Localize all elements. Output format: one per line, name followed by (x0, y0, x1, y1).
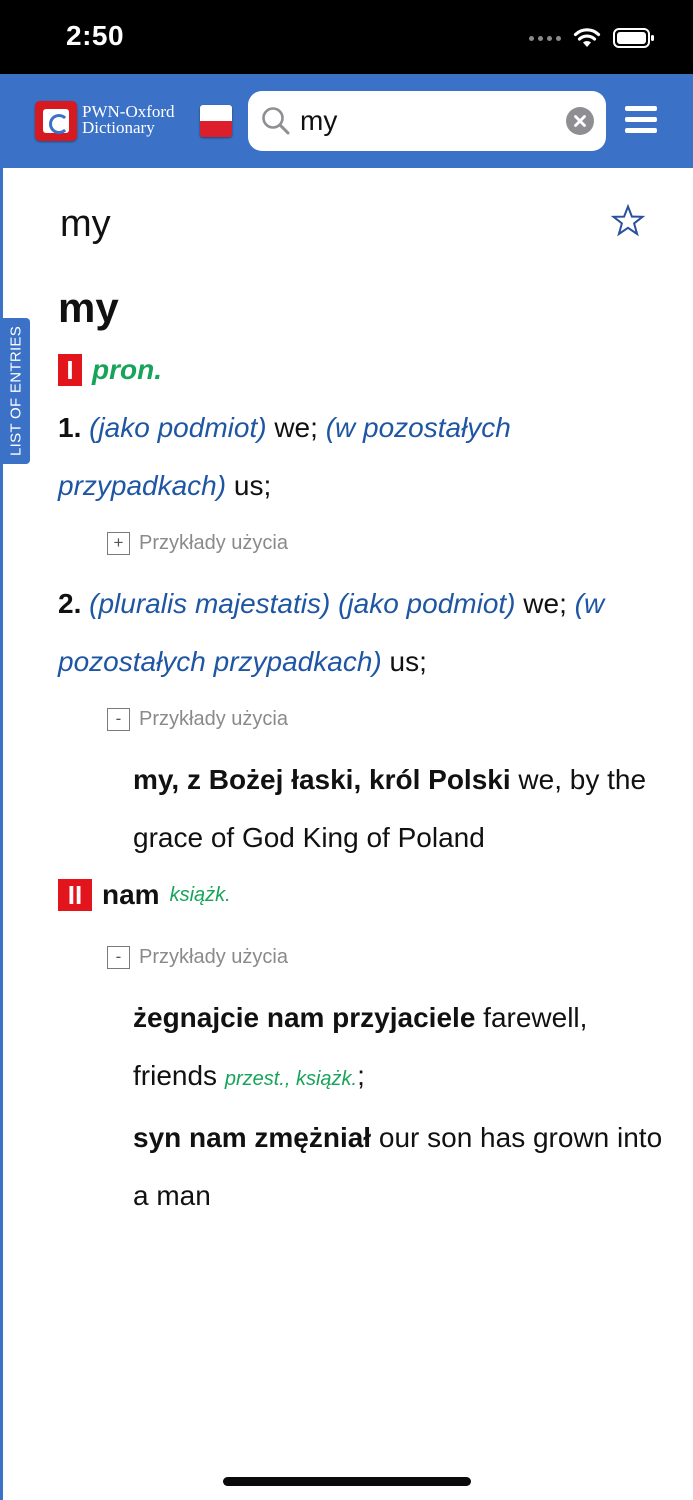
sense-2: 2. (pluralis majestatis) (jako podmiot) … (58, 575, 658, 691)
expand-icon[interactable]: + (107, 532, 130, 555)
battery-icon (613, 28, 654, 48)
home-indicator[interactable] (223, 1477, 471, 1486)
roman-numeral-badge: II (58, 879, 92, 911)
examples-label[interactable]: Przykłady użycia (139, 532, 288, 555)
example-source: żegnajcie nam przyjaciele (133, 1002, 476, 1033)
headword: my (58, 284, 119, 331)
app-header: PWN-Oxford Dictionary my (0, 74, 693, 168)
list-of-entries-tab[interactable]: LIST OF ENTRIES (2, 318, 30, 464)
collapse-icon[interactable]: - (107, 708, 130, 731)
polish-flag-language-icon[interactable] (200, 105, 232, 137)
example-source: syn nam zmężniał (133, 1122, 372, 1153)
sense-gloss: (pluralis majestatis) (jako podmiot) (89, 588, 516, 619)
cellular-signal-icon (529, 35, 561, 41)
sense-translation: we; (266, 412, 326, 443)
examples-label[interactable]: Przykłady użycia (139, 946, 288, 969)
wifi-icon (573, 28, 601, 47)
status-icons (529, 24, 655, 52)
app-logo-icon (35, 101, 77, 141)
example: syn nam zmężniał our son has grown into … (133, 1109, 663, 1225)
register-label: przest., książk. (224, 1068, 358, 1090)
search-input[interactable]: my (300, 105, 337, 137)
status-time: 2:50 (66, 20, 125, 51)
search-field[interactable]: my (248, 91, 606, 151)
register-label: książk. (169, 883, 231, 906)
sense-translation: us; (381, 646, 427, 677)
example-suffix: ; (357, 1060, 365, 1091)
section-2-header: II nam książk. (58, 879, 231, 911)
example-source: my, z Bożej łaski, król Polski (133, 764, 511, 795)
inflected-form: nam (102, 879, 160, 910)
search-icon (262, 107, 290, 135)
entry-title: my (60, 203, 111, 245)
favorite-star-icon[interactable] (611, 204, 645, 238)
sense-gloss: (jako podmiot) (89, 412, 267, 443)
status-bar: 2:50 (0, 0, 693, 74)
list-of-entries-label: LIST OF ENTRIES (7, 325, 25, 457)
clear-search-icon[interactable] (566, 107, 594, 135)
collapse-icon[interactable]: - (107, 946, 130, 969)
section-1-header: I pron. (58, 354, 162, 386)
sense-translation: we; (515, 588, 575, 619)
examples-toggle[interactable]: + Przykłady użycia (107, 532, 288, 555)
sense-number: 1. (58, 412, 82, 443)
roman-numeral-badge: I (58, 354, 82, 386)
sense-translation: us; (226, 470, 272, 501)
examples-toggle[interactable]: - Przykłady użycia (107, 946, 288, 969)
examples-label[interactable]: Przykłady użycia (139, 708, 288, 731)
app-logo-text: PWN-Oxford Dictionary (82, 103, 175, 137)
sense-1: 1. (jako podmiot) we; (w pozostałych prz… (58, 399, 658, 515)
example: my, z Bożej łaski, król Polski we, by th… (133, 751, 663, 867)
sense-number: 2. (58, 588, 82, 619)
logo-line-2: Dictionary (82, 118, 155, 137)
example: żegnajcie nam przyjaciele farewell, frie… (133, 989, 663, 1108)
hamburger-menu-icon[interactable] (625, 106, 657, 134)
examples-toggle[interactable]: - Przykłady użycia (107, 708, 288, 731)
part-of-speech: pron. (92, 354, 162, 385)
